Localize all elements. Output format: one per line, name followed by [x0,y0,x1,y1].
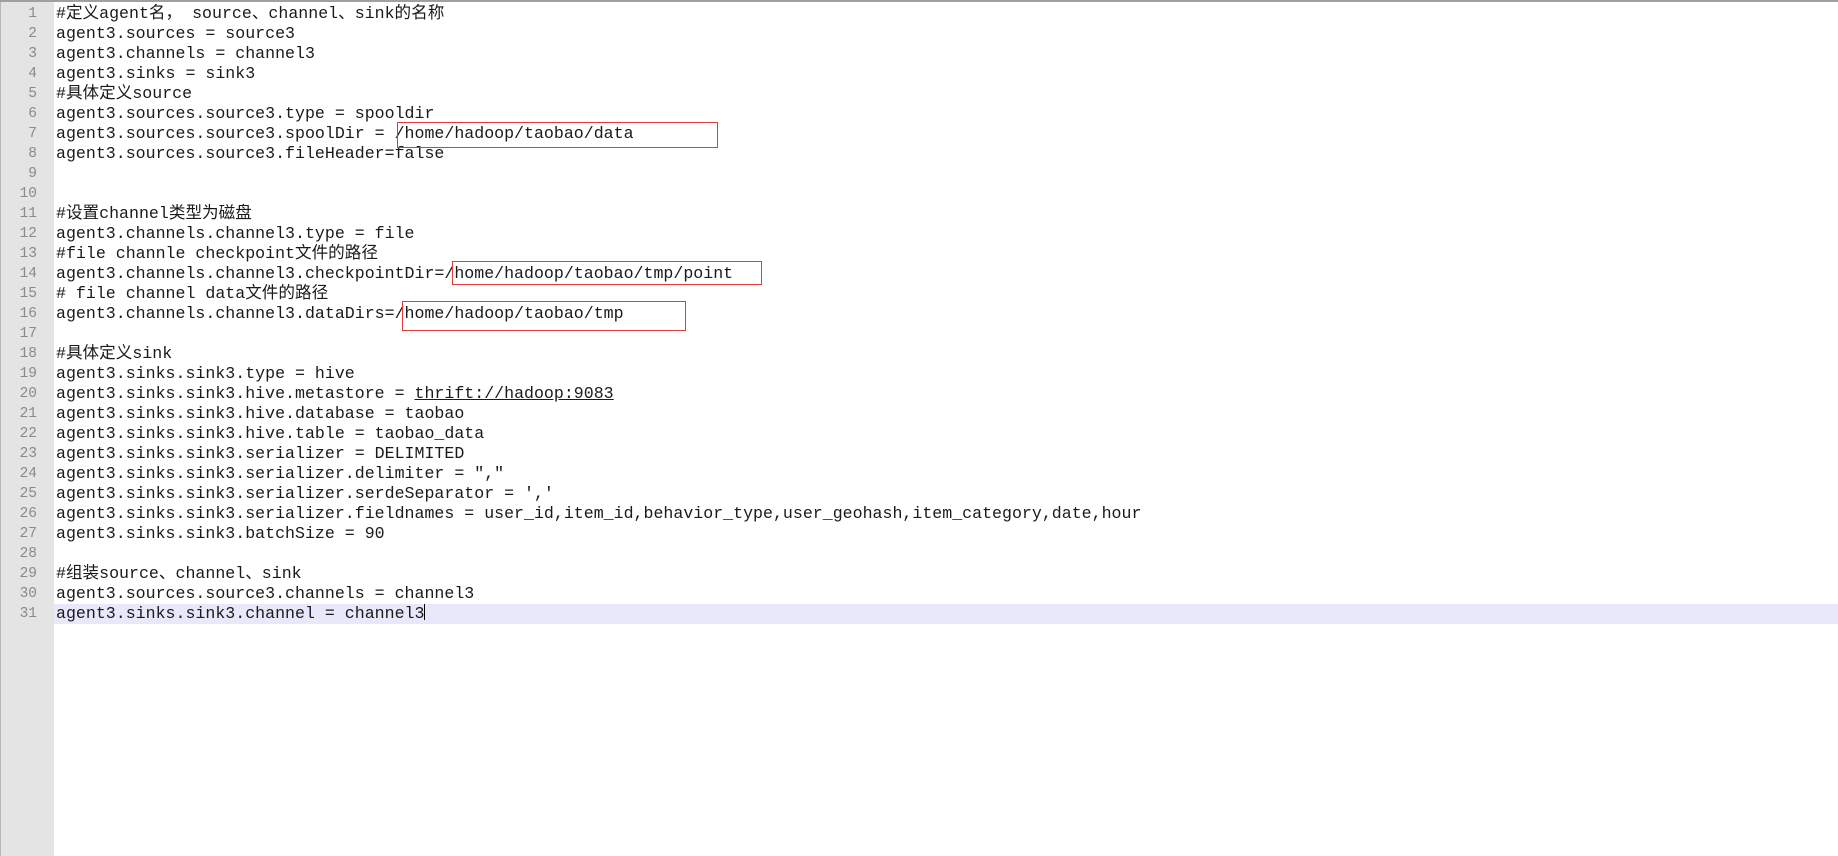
code-line[interactable]: agent3.sinks.sink3.serializer = DELIMITE… [56,444,464,464]
code-line[interactable]: # file channel data文件的路径 [56,284,328,304]
line-number: 5 [28,86,37,102]
line-number: 26 [19,506,37,522]
code-line[interactable]: agent3.sinks.sink3.type = hive [56,364,355,384]
line-number: 19 [19,366,37,382]
line-number: 22 [19,426,37,442]
line-number: 20 [19,386,37,402]
line-number: 25 [19,486,37,502]
code-line[interactable]: #file channle checkpoint文件的路径 [56,244,378,264]
code-line[interactable]: agent3.sinks.sink3.batchSize = 90 [56,524,385,544]
line-number: 2 [28,26,37,42]
line-number: 18 [19,346,37,362]
line-number: 8 [28,146,37,162]
line-number: 7 [28,126,37,142]
line-number: 14 [19,266,37,282]
line-number: 23 [19,446,37,462]
code-line[interactable]: #设置channel类型为磁盘 [56,204,252,224]
line-number: 30 [19,586,37,602]
code-line[interactable]: agent3.channels = channel3 [56,44,315,64]
code-line[interactable]: agent3.channels.channel3.dataDirs=/home/… [56,304,624,324]
code-line[interactable]: agent3.sources.source3.channels = channe… [56,584,474,604]
line-number: 6 [28,106,37,122]
line-number-gutter: 1 2 3 4 5 6 7 8 9 10 11 12 13 14 15 16 1… [0,2,54,856]
code-line[interactable]: agent3.sinks.sink3.hive.database = taoba… [56,404,464,424]
text-editor[interactable]: 1 2 3 4 5 6 7 8 9 10 11 12 13 14 15 16 1… [0,0,1838,856]
code-line[interactable]: #定义agent名， source、channel、sink的名称 [56,4,444,24]
line-number: 29 [19,566,37,582]
code-line[interactable]: agent3.sources.source3.fileHeader=false [56,144,444,164]
line-number: 1 [28,6,37,22]
code-line[interactable]: agent3.sources = source3 [56,24,295,44]
code-line[interactable]: #具体定义source [56,84,192,104]
line-number: 9 [28,166,37,182]
line-number: 28 [19,546,37,562]
metastore-link[interactable]: thrift://hadoop:9083 [414,384,613,403]
code-line[interactable]: agent3.sinks.sink3.serializer.fieldnames… [56,504,1141,524]
code-line[interactable]: agent3.sinks.sink3.hive.metastore = thri… [56,384,614,404]
line-number: 13 [19,246,37,262]
line-number: 15 [19,286,37,302]
code-line[interactable]: #组装source、channel、sink [56,564,302,584]
code-line[interactable]: agent3.sources.source3.type = spooldir [56,104,434,124]
code-area[interactable]: #定义agent名， source、channel、sink的名称 agent3… [54,2,1838,856]
line-number: 12 [19,226,37,242]
code-text: agent3.sinks.sink3.hive.metastore = [56,384,415,403]
code-line[interactable]: agent3.sinks.sink3.channel = channel3 [56,604,426,624]
code-line[interactable]: agent3.sinks.sink3.hive.table = taobao_d… [56,424,484,444]
line-number: 27 [19,526,37,542]
code-line[interactable]: agent3.channels.channel3.type = file [56,224,414,244]
line-number: 3 [28,46,37,62]
line-number: 4 [28,66,37,82]
text-caret [424,604,426,620]
line-number: 11 [19,206,37,222]
code-line[interactable]: agent3.sinks.sink3.serializer.serdeSepar… [56,484,554,504]
code-line[interactable]: agent3.sources.source3.spoolDir = /home/… [56,124,634,144]
code-text: agent3.sinks.sink3.channel = channel3 [56,604,425,623]
line-number: 16 [19,306,37,322]
code-line[interactable]: agent3.sinks = sink3 [56,64,255,84]
code-line[interactable]: agent3.channels.channel3.checkpointDir=/… [56,264,733,284]
code-line[interactable]: agent3.sinks.sink3.serializer.delimiter … [56,464,504,484]
line-number: 21 [19,406,37,422]
line-number: 24 [19,466,37,482]
line-number: 10 [19,186,37,202]
line-number: 31 [19,606,37,622]
code-line[interactable]: #具体定义sink [56,344,172,364]
line-number: 17 [19,326,37,342]
